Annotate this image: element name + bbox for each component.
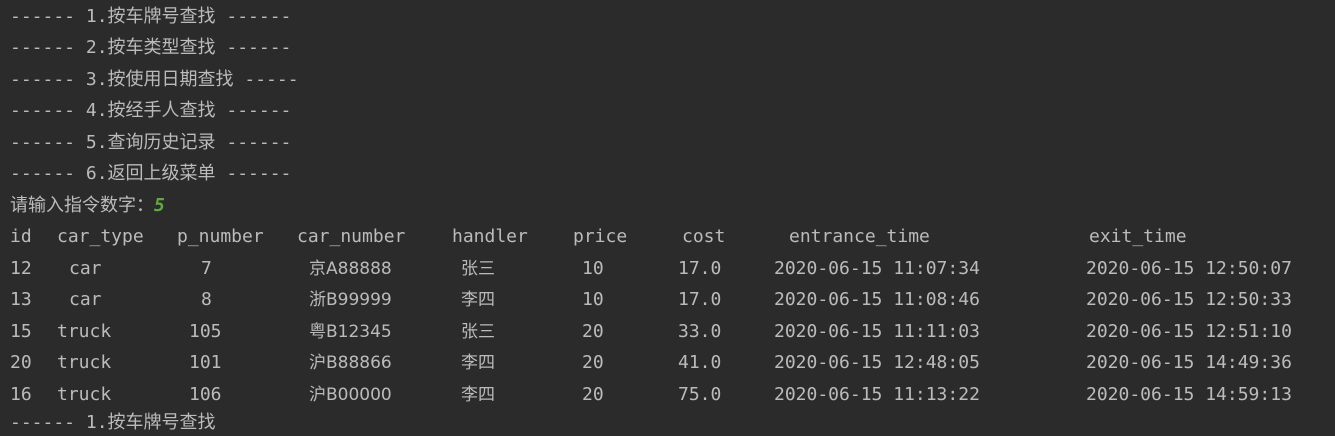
header-handler: handler	[452, 226, 528, 247]
cell-id: 15	[10, 321, 32, 342]
cell-car-number: 浙B99999	[309, 290, 392, 310]
cell-car-number: 粤B12345	[309, 322, 392, 342]
header-cost: cost	[682, 226, 726, 247]
cell-entrance-time: 2020-06-15 11:07:34	[774, 258, 980, 279]
header-car-type: car_type	[57, 226, 144, 247]
cell-price: 10	[582, 289, 604, 310]
cell-price: 20	[582, 321, 604, 342]
cell-car-type: truck	[57, 321, 112, 342]
cell-entrance-time: 2020-06-15 11:11:03	[774, 321, 980, 342]
cell-car-type: car	[69, 289, 102, 310]
cell-car-type: truck	[57, 384, 112, 405]
cell-p-number: 101	[189, 352, 222, 373]
prompt-label: 请输入指令数字：	[10, 195, 154, 216]
cell-id: 16	[10, 384, 32, 405]
cell-handler: 张三	[461, 322, 495, 342]
table-row: 15 truck 105 粤B12345 张三 20 33.0 2020-06-…	[0, 319, 1335, 345]
header-id: id	[10, 226, 32, 247]
run-console-output[interactable]: ------ 1.按车牌号查找 ------ ------ 2.按车类型查找 -…	[0, 0, 1335, 433]
table-row: 13 car 8 浙B99999 李四 10 17.0 2020-06-15 1…	[0, 287, 1335, 313]
cell-car-number: 沪B00000	[309, 385, 392, 405]
cell-exit-time: 2020-06-15 12:50:07	[1086, 258, 1292, 279]
cell-entrance-time: 2020-06-15 11:08:46	[774, 289, 980, 310]
table-row: 20 truck 101 沪B88866 李四 20 41.0 2020-06-…	[0, 350, 1335, 376]
cell-p-number: 7	[201, 258, 212, 279]
cell-exit-time: 2020-06-15 14:49:36	[1086, 352, 1292, 373]
header-car-number: car_number	[297, 226, 406, 247]
menu-line-5: ------ 5.查询历史记录 ------	[10, 132, 292, 153]
cell-p-number: 106	[189, 384, 222, 405]
cell-exit-time: 2020-06-15 12:51:10	[1086, 321, 1292, 342]
menu-line-6: ------ 6.返回上级菜单 ------	[10, 163, 292, 184]
cell-exit-time: 2020-06-15 14:59:13	[1086, 384, 1292, 405]
cell-exit-time: 2020-06-15 12:50:33	[1086, 289, 1292, 310]
command-prompt: 请输入指令数字：5	[10, 193, 165, 219]
cell-price: 20	[582, 352, 604, 373]
menu-line-3: ------ 3.按使用日期查找 -----	[10, 69, 299, 90]
menu-line-2: ------ 2.按车类型查找 ------	[10, 37, 292, 58]
cell-cost: 17.0	[678, 289, 722, 310]
cell-car-type: truck	[57, 352, 112, 373]
cell-handler: 李四	[461, 290, 495, 310]
cell-cost: 33.0	[678, 321, 722, 342]
cell-entrance-time: 2020-06-15 12:48:05	[774, 352, 980, 373]
header-exit-time: exit_time	[1089, 226, 1187, 247]
cell-p-number: 105	[189, 321, 222, 342]
menu-line-1: ------ 1.按车牌号查找 ------	[10, 6, 292, 27]
cell-price: 10	[582, 258, 604, 279]
table-header-row: id car_type p_number car_number handler …	[0, 224, 1335, 250]
cell-cost: 41.0	[678, 352, 722, 373]
menu-line-4: ------ 4.按经手人查找 ------	[10, 100, 292, 121]
cell-handler: 李四	[461, 385, 495, 405]
prompt-user-input: 5	[154, 195, 165, 216]
cell-id: 13	[10, 289, 32, 310]
cell-car-type: car	[69, 258, 102, 279]
cell-price: 20	[582, 384, 604, 405]
cell-id: 20	[10, 352, 32, 373]
cell-handler: 张三	[461, 259, 495, 279]
cell-id: 12	[10, 258, 32, 279]
cell-handler: 李四	[461, 353, 495, 373]
header-price: price	[573, 226, 628, 247]
cell-car-number: 沪B88866	[309, 353, 392, 373]
table-row: 12 car 7 京A88888 张三 10 17.0 2020-06-15 1…	[0, 256, 1335, 282]
header-entrance-time: entrance_time	[789, 226, 930, 247]
header-p-number: p_number	[177, 226, 264, 247]
cell-car-number: 京A88888	[309, 259, 392, 279]
cell-p-number: 8	[201, 289, 212, 310]
table-row: 16 truck 106 沪B00000 李四 20 75.0 2020-06-…	[0, 382, 1335, 408]
cell-entrance-time: 2020-06-15 11:13:22	[774, 384, 980, 405]
cell-cost: 75.0	[678, 384, 722, 405]
cell-cost: 17.0	[678, 258, 722, 279]
partial-menu-line: ------ 1.按车牌号查找	[10, 412, 216, 433]
